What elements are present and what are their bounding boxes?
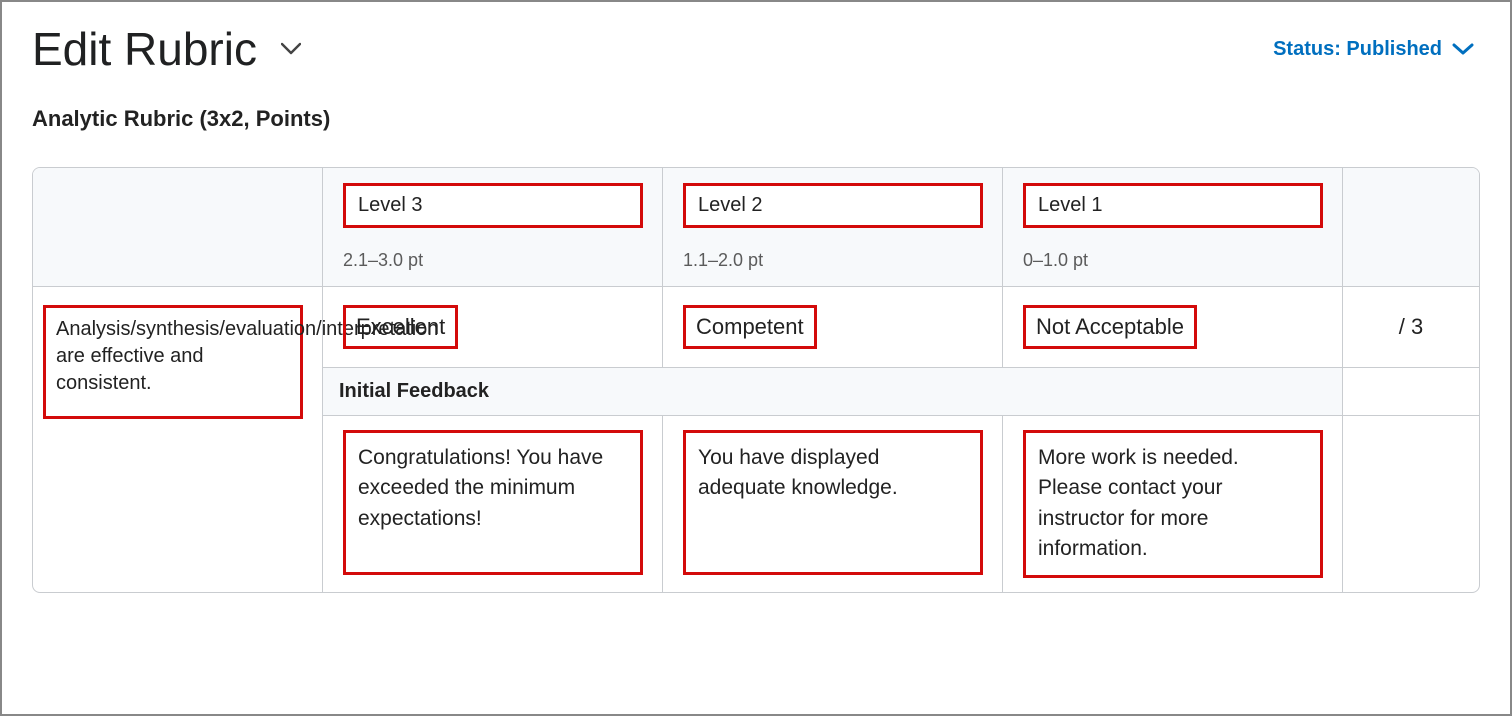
criterion-cell: Analysis/synthesis/evaluation/interpreta…	[33, 287, 323, 592]
rubric-subheading: Analytic Rubric (3x2, Points)	[32, 106, 1480, 132]
points-value: / 3	[1399, 314, 1423, 340]
rubric-header-row: Level 3 2.1–3.0 pt Level 2 1.1–2.0 pt Le…	[33, 168, 1479, 287]
points-header-cell	[1343, 168, 1479, 286]
status-label: Status: Published	[1273, 38, 1442, 61]
feedback-row: Congratulations! You have exceeded the m…	[323, 416, 1479, 592]
level-column-2: Level 2 1.1–2.0 pt	[663, 168, 1003, 286]
page-title: Edit Rubric	[32, 22, 257, 76]
descriptor-input[interactable]: Excellent	[343, 305, 458, 349]
rubric-table: Level 3 2.1–3.0 pt Level 2 1.1–2.0 pt Le…	[32, 167, 1480, 593]
status-dropdown-button[interactable]: Status: Published	[1267, 37, 1480, 62]
feedback-header-row: Initial Feedback	[323, 368, 1479, 416]
level-name-input[interactable]: Level 2	[683, 183, 983, 228]
criterion-points: / 3	[1343, 287, 1479, 367]
feedback-heading: Initial Feedback	[323, 368, 1343, 415]
criterion-text-input[interactable]: Analysis/synthesis/evaluation/interpreta…	[43, 305, 303, 419]
rubric-body: Analysis/synthesis/evaluation/interpreta…	[33, 287, 1479, 592]
descriptor-input[interactable]: Competent	[683, 305, 817, 349]
level-name-input[interactable]: Level 3	[343, 183, 643, 228]
level-point-range: 2.1–3.0 pt	[343, 250, 642, 271]
feedback-input[interactable]: Congratulations! You have exceeded the m…	[343, 430, 643, 575]
descriptor-row: Excellent Competent Not Acceptable / 3	[323, 287, 1479, 368]
level-column-3: Level 3 2.1–3.0 pt	[323, 168, 663, 286]
rubric-corner-cell	[33, 168, 323, 286]
level-name-input[interactable]: Level 1	[1023, 183, 1323, 228]
page-header: Edit Rubric Status: Published	[32, 22, 1480, 76]
feedback-points-spacer	[1343, 416, 1479, 592]
level-point-range: 1.1–2.0 pt	[683, 250, 982, 271]
chevron-down-icon	[1452, 42, 1474, 56]
descriptor-input[interactable]: Not Acceptable	[1023, 305, 1197, 349]
title-dropdown-button[interactable]	[275, 36, 307, 62]
feedback-input[interactable]: You have displayed adequate knowledge.	[683, 430, 983, 575]
level-point-range: 0–1.0 pt	[1023, 250, 1322, 271]
level-column-1: Level 1 0–1.0 pt	[1003, 168, 1343, 286]
feedback-header-spacer	[1343, 368, 1479, 415]
chevron-down-icon	[281, 42, 301, 56]
feedback-input[interactable]: More work is needed. Please contact your…	[1023, 430, 1323, 578]
